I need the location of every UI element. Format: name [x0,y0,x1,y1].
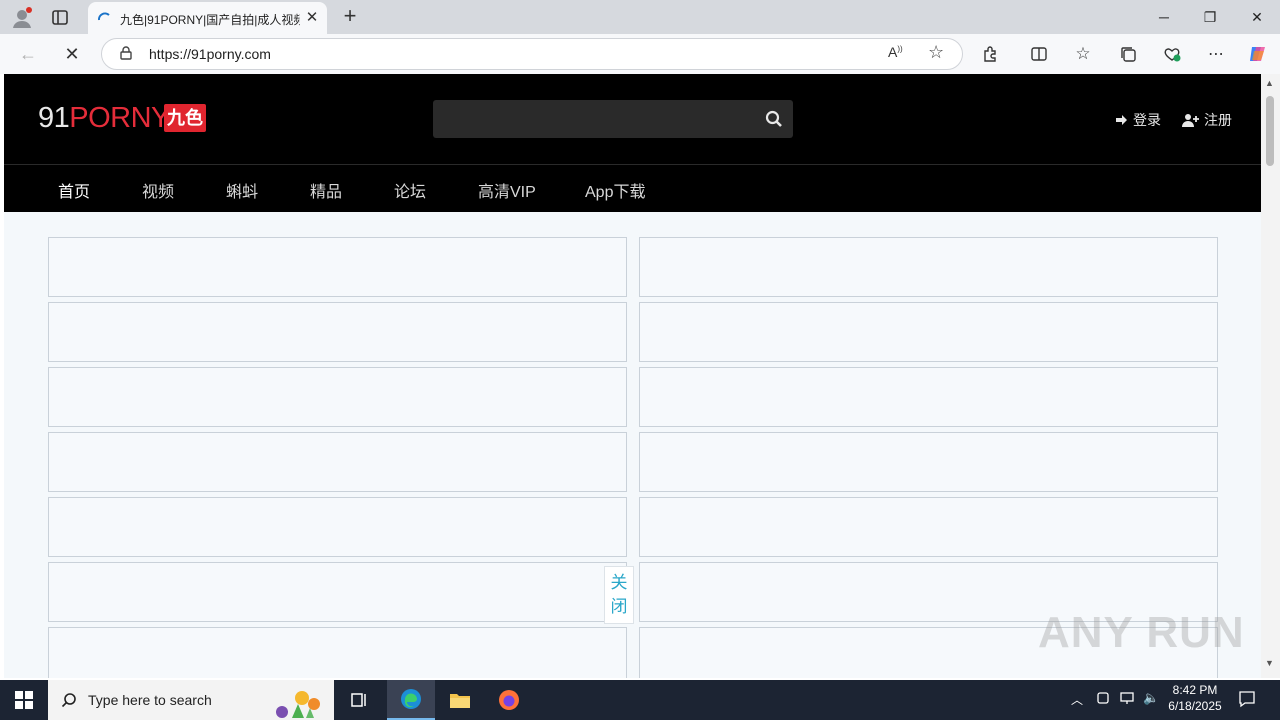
taskbar: Type here to search ︿ 🔈 8:42 PM 6/18/202… [0,680,1280,720]
nav-hd-vip[interactable]: 高清VIP [478,178,536,202]
site-info-icon[interactable] [118,45,134,61]
clock-time: 8:42 PM [1172,683,1218,697]
network-icon[interactable] [1119,691,1135,705]
address-bar[interactable]: https://91porny.com A)) ☆ [101,38,963,70]
logo-prefix: 91 [38,102,70,134]
nav-forum[interactable]: 论坛 [394,178,426,202]
page-viewport: 91PORNY 九色 登录 注册 首页 视频 蝌蚪 精品 论坛 高清VIP Ap… [4,74,1261,678]
site-search [433,100,793,138]
watermark: ANY RUN [1038,608,1245,657]
restore-button[interactable]: ❐ [1187,0,1233,34]
ad-slot[interactable] [639,302,1218,362]
nav-videos[interactable]: 视频 [142,178,174,202]
user-plus-icon [1182,114,1199,127]
taskbar-search[interactable]: Type here to search [48,680,334,720]
browser-essentials-icon[interactable] [1158,40,1186,68]
ad-slot[interactable] [639,497,1218,557]
close-label-line1: 关 [610,573,628,592]
show-hidden-icons[interactable]: ︿ [1071,691,1083,708]
register-label: 注册 [1204,112,1232,128]
scroll-down-icon[interactable]: ▼ [1265,658,1274,668]
close-ad-button[interactable]: 关 闭 [604,566,634,624]
start-button[interactable] [0,680,48,720]
main-nav: 首页 视频 蝌蚪 精品 论坛 高清VIP App下载 [4,164,1261,212]
ad-slot[interactable] [48,367,627,427]
nav-featured[interactable]: 精品 [310,178,342,202]
register-link[interactable]: 注册 [1182,110,1232,130]
stop-loading-button[interactable]: ✕ [58,40,86,68]
folder-icon [450,694,470,708]
nav-tadpole[interactable]: 蝌蚪 [226,178,258,202]
site-header: 91PORNY 九色 登录 注册 [4,74,1261,164]
site-logo[interactable]: 91PORNY [38,102,170,135]
ad-slot[interactable] [639,432,1218,492]
tab-close-icon[interactable]: ✕ [304,10,320,26]
favorite-star-icon[interactable]: ☆ [928,42,944,63]
more-menu-icon[interactable]: ⋯ [1202,40,1230,68]
logo-badge: 九色 [164,104,206,132]
system-clock[interactable]: 8:42 PM 6/18/2025 [1163,683,1227,713]
task-view-icon [351,693,366,707]
login-link[interactable]: 登录 [1115,110,1161,130]
windows-icon [15,691,33,709]
notifications-icon[interactable] [1238,690,1256,708]
search-icon [61,693,76,708]
ad-slot[interactable] [48,432,627,492]
browser-toolbar: ← ✕ https://91porny.com A)) ☆ ☆ ⋯ [0,34,1280,74]
tab-active[interactable]: 九色|91PORNY|国产自拍|成人视频 ✕ [88,2,327,34]
search-input[interactable] [433,100,749,138]
login-label: 登录 [1133,112,1161,128]
url-text: https://91porny.com [149,46,271,62]
favorites-icon[interactable]: ☆ [1069,40,1097,68]
edge-icon [401,689,421,709]
scroll-thumb[interactable] [1266,96,1274,166]
nav-app-download[interactable]: App下载 [585,178,645,202]
loading-icon [96,10,112,26]
taskbar-edge[interactable] [387,680,435,720]
taskbar-search-placeholder: Type here to search [88,692,212,708]
taskbar-firefox[interactable] [485,680,533,720]
back-button[interactable]: ← [14,40,42,68]
volume-icon[interactable]: 🔈 [1143,690,1159,706]
copilot-icon[interactable] [1244,40,1272,68]
minimize-button[interactable]: ─ [1141,0,1187,34]
extensions-icon[interactable] [977,40,1005,68]
ad-slot[interactable] [48,497,627,557]
collections-icon[interactable] [1114,40,1142,68]
tab-strip: 九色|91PORNY|国产自拍|成人视频 ✕ + ─ ❐ ✕ [0,0,1280,34]
close-window-button[interactable]: ✕ [1234,0,1280,34]
meet-now-icon[interactable] [1096,691,1110,705]
read-aloud-icon[interactable]: A)) [888,44,903,60]
scroll-up-icon[interactable]: ▲ [1265,78,1274,88]
ad-slot[interactable] [639,367,1218,427]
split-screen-icon[interactable] [1025,40,1053,68]
close-label-line2: 闭 [610,597,628,616]
tab-actions-icon[interactable] [50,8,70,28]
ad-slot[interactable] [48,237,627,297]
search-icon [765,110,782,127]
search-button[interactable] [755,100,793,138]
profile-icon[interactable] [10,6,34,30]
firefox-icon [499,690,519,710]
clock-date: 6/18/2025 [1168,699,1222,713]
new-tab-button[interactable]: + [338,5,362,29]
sign-in-icon [1116,115,1127,125]
ad-slot[interactable] [48,302,627,362]
ad-slot[interactable] [48,627,627,678]
task-view-button[interactable] [336,680,384,720]
tab-title: 九色|91PORNY|国产自拍|成人视频 [120,13,300,27]
nav-home[interactable]: 首页 [58,178,90,202]
search-highlight-icon [262,684,332,718]
page-scrollbar[interactable]: ▲ ▼ [1261,74,1280,678]
ad-slot[interactable] [639,237,1218,297]
logo-main: PORNY [69,102,170,134]
ad-slot[interactable] [48,562,627,622]
taskbar-file-explorer[interactable] [436,680,484,720]
